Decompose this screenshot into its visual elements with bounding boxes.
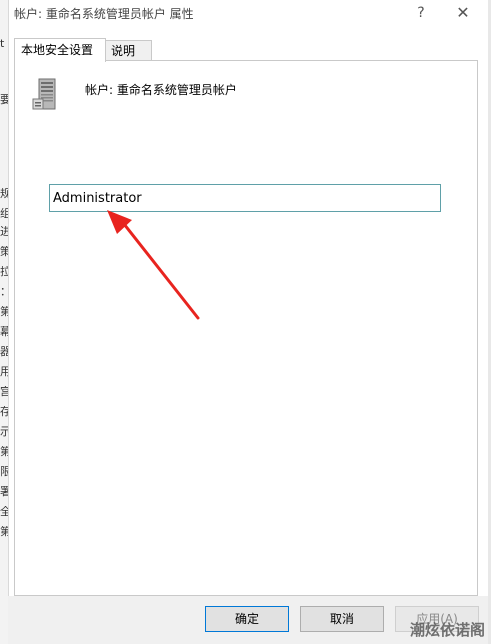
cancel-button[interactable]: 取消 bbox=[300, 606, 384, 632]
help-button[interactable]: ? bbox=[408, 2, 434, 24]
background-text: 第 bbox=[0, 526, 8, 538]
background-text: t bbox=[0, 38, 5, 50]
background-text: 限 bbox=[0, 466, 8, 478]
ok-button[interactable]: 确定 bbox=[205, 606, 289, 632]
background-window-strip: t 要 规 组 进 策 拉 ： 第 幕 器 用 宫 存 示 第 限 署 全 第 bbox=[0, 0, 9, 644]
tab-local-security-setting[interactable]: 本地安全设置 bbox=[14, 38, 106, 62]
background-text: 要 bbox=[0, 94, 8, 106]
background-text: 存 bbox=[0, 406, 8, 418]
tab-panel: 帐户: 重命名系统管理员帐户 bbox=[14, 60, 478, 596]
background-text: 宫 bbox=[0, 386, 8, 398]
account-name-input[interactable] bbox=[49, 184, 441, 212]
background-text: 用 bbox=[0, 366, 8, 378]
background-text: 第 bbox=[0, 306, 8, 318]
close-button[interactable]: ✕ bbox=[450, 2, 476, 24]
dialog-title: 帐户: 重命名系统管理员帐户 属性 bbox=[14, 7, 194, 21]
tab-explain[interactable]: 说明 bbox=[104, 40, 152, 61]
background-text: 署 bbox=[0, 486, 8, 498]
background-text: ： bbox=[0, 286, 8, 298]
background-text: 器 bbox=[0, 346, 8, 358]
background-text: 示 bbox=[0, 426, 8, 438]
background-text: 拉 bbox=[0, 266, 8, 278]
background-text: 第 bbox=[0, 446, 8, 458]
background-text: 幕 bbox=[0, 326, 8, 338]
background-text: 全 bbox=[0, 506, 8, 518]
background-text: 规 bbox=[0, 188, 8, 200]
background-text: 策 bbox=[0, 246, 8, 258]
policy-name-label: 帐户: 重命名系统管理员帐户 bbox=[85, 83, 237, 97]
dialog-titlebar: 帐户: 重命名系统管理员帐户 属性 ? ✕ bbox=[8, 0, 488, 28]
background-text: 进 bbox=[0, 226, 8, 238]
watermark: 潮炫依诺阁 bbox=[409, 621, 485, 639]
server-icon bbox=[32, 78, 56, 110]
background-text: 组 bbox=[0, 208, 8, 220]
